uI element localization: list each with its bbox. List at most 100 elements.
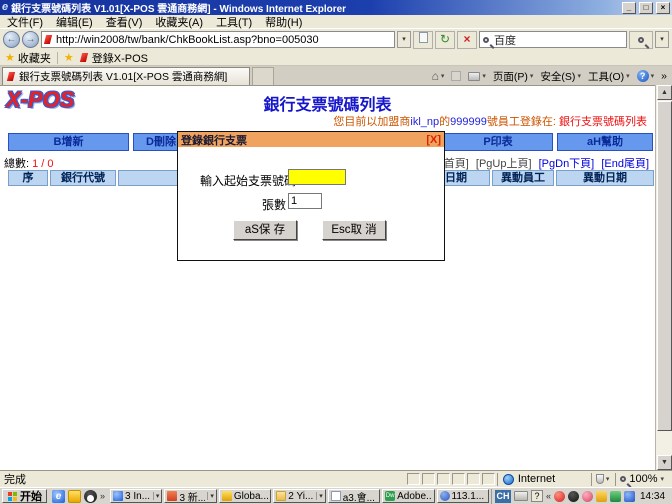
close-button[interactable]: × <box>656 2 670 14</box>
scrollbar-thumb[interactable] <box>657 101 672 431</box>
shield-icon <box>596 474 604 484</box>
start-button[interactable]: 开始 <box>2 489 47 503</box>
status-text: 完成 <box>4 471 405 487</box>
taskbar-button-folder-group[interactable]: 2 Yi... ▾ <box>273 489 325 503</box>
scroll-up-icon[interactable]: ▲ <box>657 85 672 100</box>
help-button[interactable]: ? ▾ <box>637 70 655 82</box>
tray-icon-red[interactable] <box>554 491 565 502</box>
menu-view[interactable]: 查看(V) <box>106 14 143 30</box>
pagination-pgup[interactable]: [PgUp上頁] <box>476 158 532 170</box>
xpos-favicon <box>44 34 53 45</box>
chevron-down-icon: ▾ <box>626 72 630 80</box>
start-check-number-input[interactable] <box>288 169 346 185</box>
printer-icon <box>468 72 480 81</box>
forward-button[interactable]: → <box>22 31 39 48</box>
maximize-button[interactable]: □ <box>639 2 653 14</box>
print-table-button[interactable]: P印表 <box>443 133 553 151</box>
tools-menu-label: 工具(O) <box>588 69 624 84</box>
menu-edit[interactable]: 编辑(E) <box>56 14 93 30</box>
ie-icon <box>113 491 123 501</box>
address-bar[interactable] <box>41 31 395 48</box>
login-suffix: 號員工登錄在: <box>487 116 559 128</box>
safety-menu[interactable]: 安全(S) ▾ <box>540 69 581 84</box>
new-tab-button[interactable] <box>252 67 274 85</box>
taskbar-button-adobe[interactable]: Dw Adobe... <box>382 489 434 503</box>
tray-icon-pink[interactable] <box>582 491 593 502</box>
page-icon <box>419 32 428 43</box>
favorites-button[interactable]: ★ 收藏夹 <box>5 50 51 66</box>
task-label: 3 新... <box>179 489 205 503</box>
column-header-seq: 序 <box>8 170 48 186</box>
vertical-scrollbar[interactable]: ▲ ▼ <box>655 85 672 470</box>
home-button[interactable]: ⌂ ▾ <box>432 70 445 82</box>
ie-quick-launch-icon[interactable]: e <box>52 490 65 503</box>
printer-tray-icon[interactable] <box>514 491 528 501</box>
menu-tools[interactable]: 工具(T) <box>216 14 252 30</box>
pagination-pgdn[interactable]: [PgDn下頁] <box>539 158 595 170</box>
tray-icon-yellow[interactable] <box>596 491 607 502</box>
task-label: Globa... <box>234 491 268 502</box>
quick-launch: e » <box>49 490 108 503</box>
taskbar-button-group-2[interactable]: 3 新... ▾ <box>164 489 216 503</box>
group-dropdown-icon[interactable]: ▾ <box>153 492 160 500</box>
search-go-button[interactable] <box>629 31 653 49</box>
tray-icon-green[interactable] <box>610 491 621 502</box>
help-page-button[interactable]: aH幫助 <box>557 133 653 151</box>
pagination-end[interactable]: [End尾頁] <box>601 158 649 170</box>
taskbar-clock[interactable]: 14:34 <box>638 491 667 502</box>
add-button[interactable]: B增新 <box>8 133 129 151</box>
taskbar-button-global[interactable]: Globa... <box>219 489 271 503</box>
feeds-button[interactable] <box>451 71 461 81</box>
sheet-count-input[interactable] <box>288 193 322 209</box>
taskbar-button-ie-group[interactable]: 3 In... ▾ <box>110 489 162 503</box>
tab-active[interactable]: 銀行支票號碼列表 V1.01[X-POS 雲通商務網] <box>2 67 250 85</box>
command-bar-overflow[interactable]: » <box>661 70 667 82</box>
url-dropdown-button[interactable]: ▾ <box>397 31 411 48</box>
back-button[interactable]: ← <box>3 31 20 48</box>
cancel-button[interactable]: Esc取 消 <box>322 220 386 240</box>
yellow-app-icon[interactable] <box>68 490 81 503</box>
column-header-modify-date: 異動日期 <box>556 170 654 186</box>
chevron-down-icon: ▾ <box>530 72 534 80</box>
help-tray-icon[interactable]: ? <box>531 490 543 502</box>
favorites-bar-link-xpos[interactable]: 登錄X-POS <box>80 50 148 66</box>
tray-icon-blue[interactable] <box>624 491 635 502</box>
scroll-down-icon[interactable]: ▼ <box>657 455 672 470</box>
language-indicator[interactable]: CH <box>495 490 511 503</box>
favorites-link-label: 登錄X-POS <box>92 50 148 66</box>
search-input[interactable] <box>492 33 623 47</box>
chevron-down-icon: ▾ <box>577 72 581 80</box>
save-button[interactable]: aS保 存 <box>233 220 297 240</box>
taskbar-button-document[interactable]: a3.會... <box>328 489 380 503</box>
search-options-dropdown[interactable]: ▾ <box>655 31 669 48</box>
compatibility-view-icon[interactable] <box>413 31 433 49</box>
sheet-count-label: 張數 <box>262 196 286 213</box>
zoom-control[interactable]: 100% ▾ <box>615 473 668 486</box>
search-box[interactable] <box>479 31 627 48</box>
column-header-modify-employee: 異動員工 <box>492 170 554 186</box>
page-menu-label: 页面(P) <box>493 69 528 84</box>
minimize-button[interactable]: _ <box>622 2 636 14</box>
document-icon <box>331 491 341 501</box>
tray-overflow[interactable]: « <box>546 491 551 501</box>
stop-icon[interactable]: × <box>457 31 477 49</box>
protected-mode-button[interactable]: ▾ <box>591 473 614 486</box>
dialog-close-button[interactable]: [X] <box>426 134 441 146</box>
menu-file[interactable]: 文件(F) <box>7 14 43 30</box>
menu-help[interactable]: 帮助(H) <box>265 14 302 30</box>
print-button[interactable]: ▾ <box>468 72 486 81</box>
group-dropdown-icon[interactable]: ▾ <box>316 492 323 500</box>
status-bar: 完成 Internet ▾ 100% ▾ <box>0 470 672 487</box>
menu-favorites[interactable]: 收藏夹(A) <box>155 14 203 30</box>
taskbar-button-7[interactable]: 113.1... <box>437 489 489 503</box>
url-input[interactable] <box>56 33 392 46</box>
app-icon <box>222 491 232 501</box>
page-menu[interactable]: 页面(P) ▾ <box>493 69 534 84</box>
tools-menu[interactable]: 工具(O) ▾ <box>588 69 630 84</box>
tray-qq-icon[interactable] <box>568 491 579 502</box>
qq-penguin-icon[interactable] <box>84 490 97 503</box>
add-favorite-icon[interactable]: ★ <box>64 51 74 64</box>
quick-launch-overflow[interactable]: » <box>100 491 105 501</box>
refresh-icon[interactable]: ↻ <box>435 31 455 49</box>
group-dropdown-icon[interactable]: ▾ <box>207 492 214 500</box>
